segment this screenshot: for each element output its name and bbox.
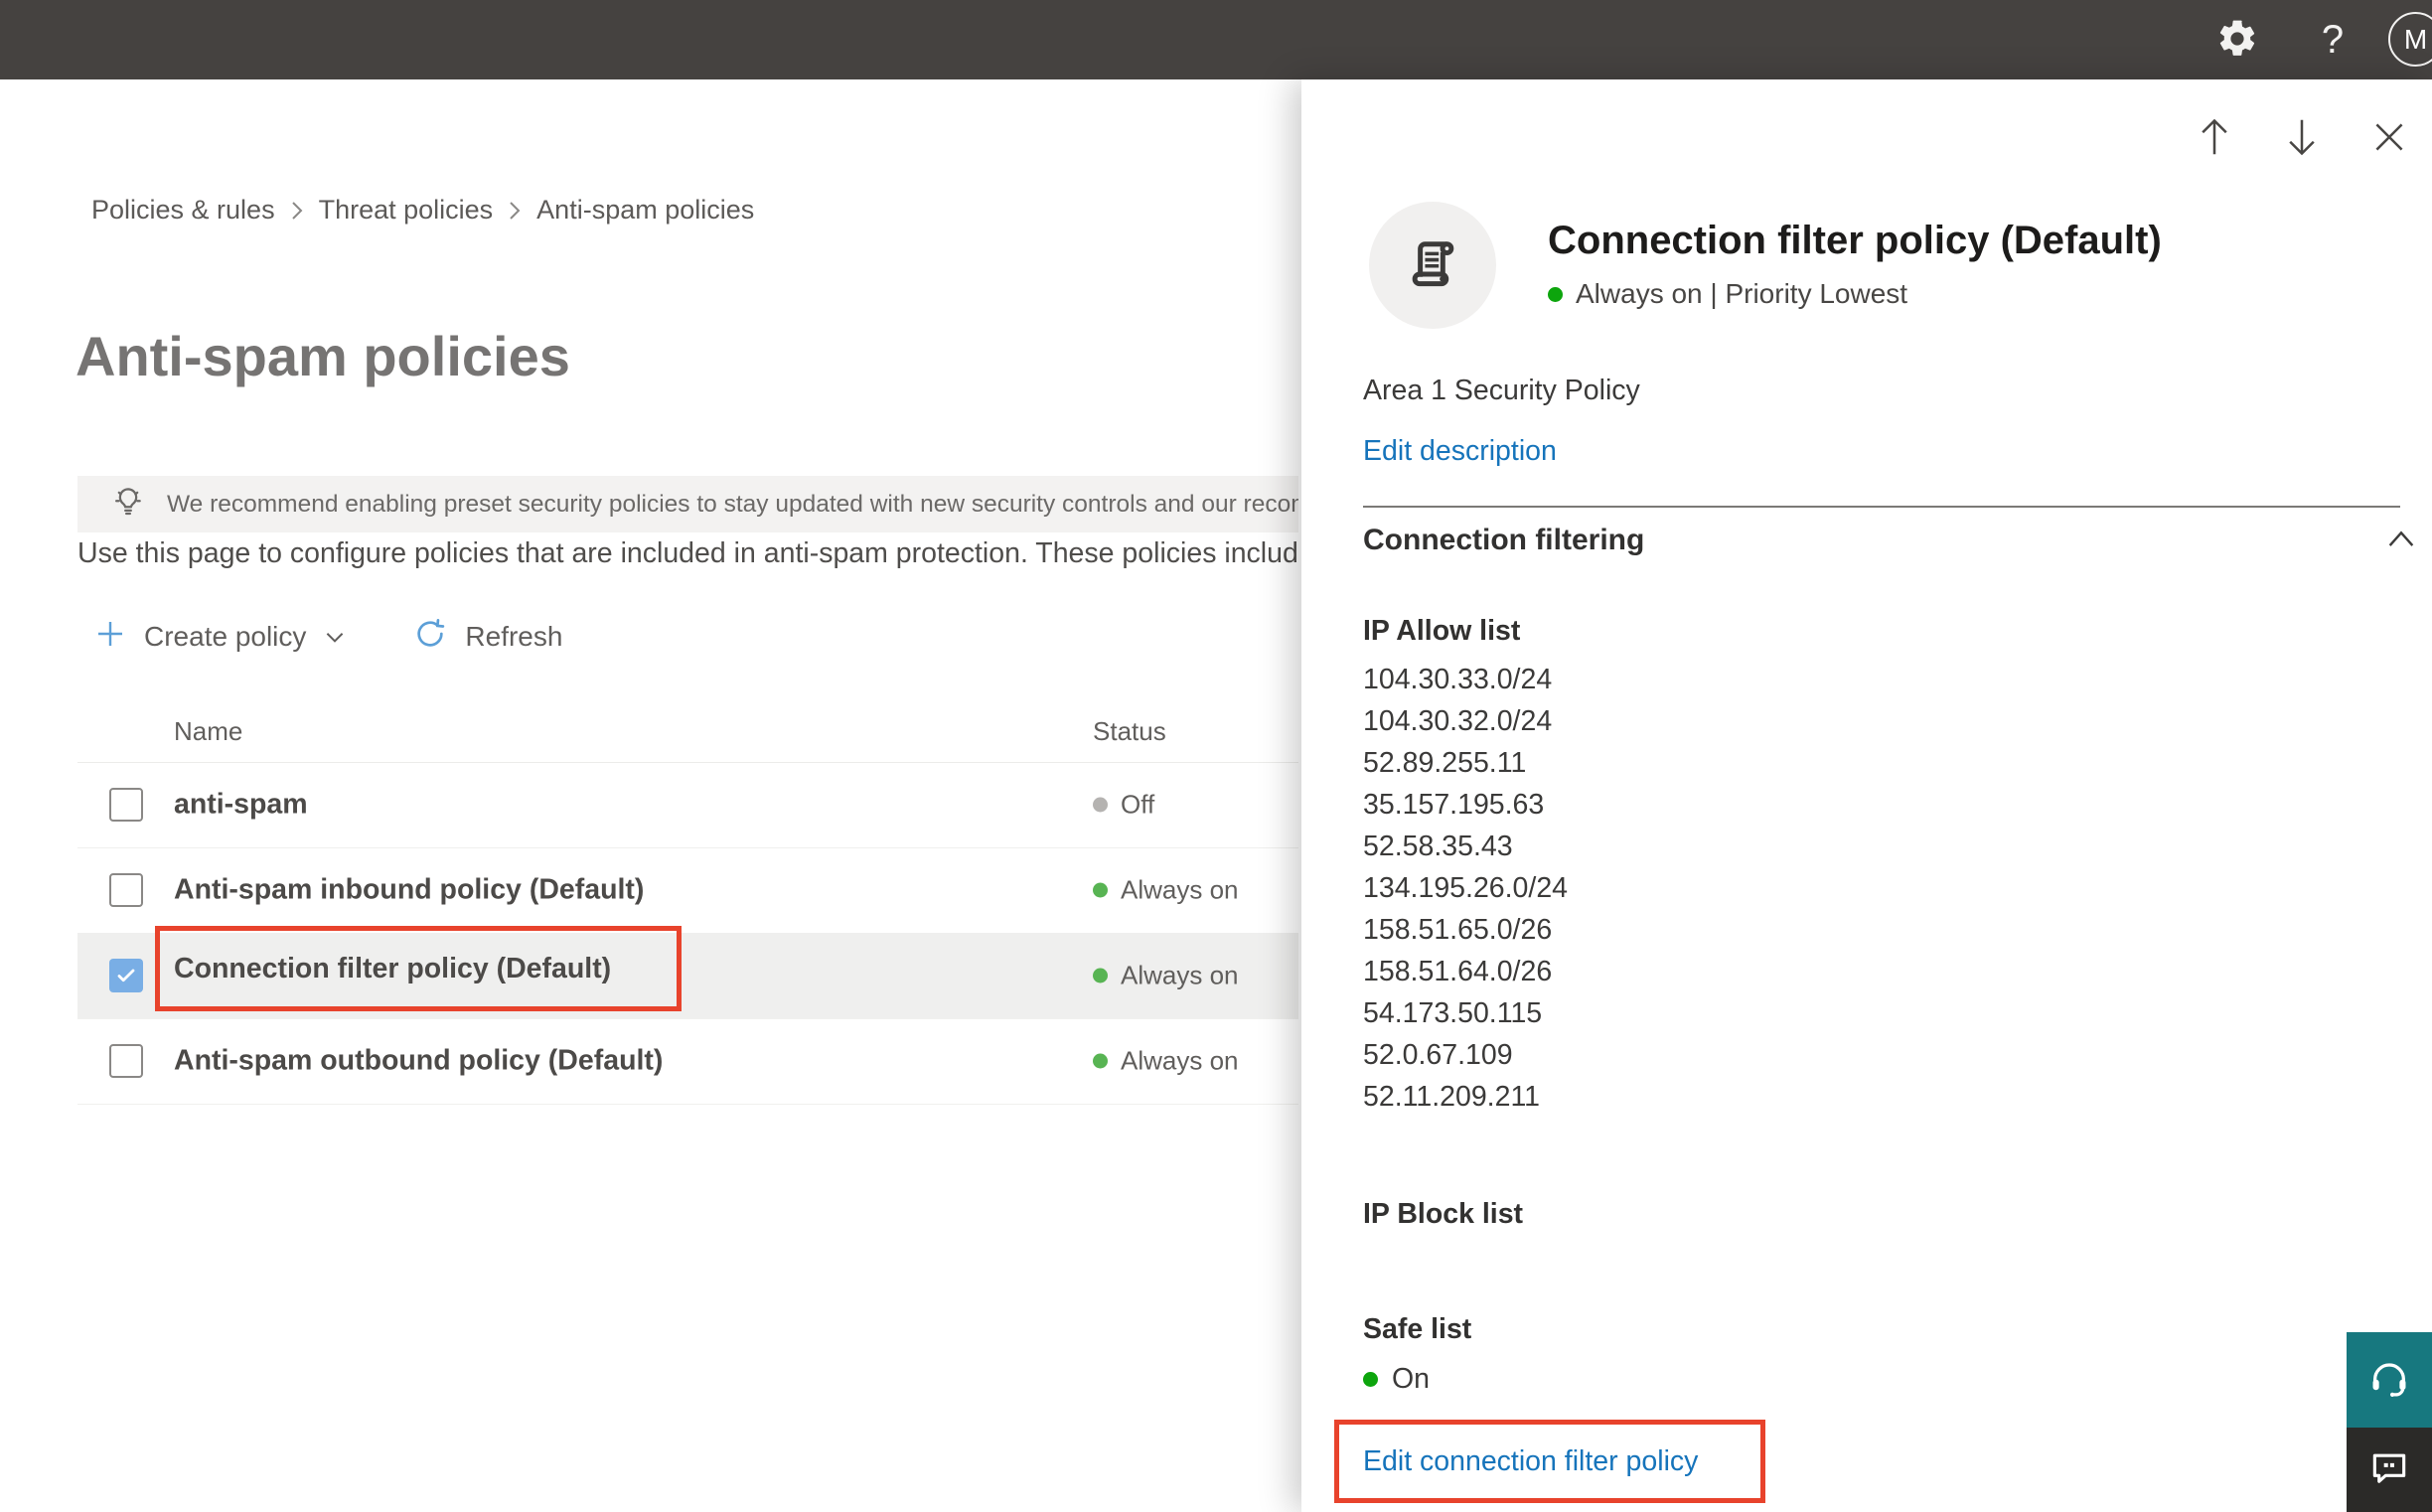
safe-list-label: Safe list bbox=[1363, 1313, 1472, 1345]
table-row[interactable]: anti-spam Off bbox=[77, 762, 1298, 848]
avatar[interactable]: M bbox=[2388, 12, 2432, 67]
chevron-down-icon bbox=[322, 624, 348, 650]
ip-block-list-label: IP Block list bbox=[1363, 1198, 1524, 1230]
breadcrumb-threat-policies[interactable]: Threat policies bbox=[319, 195, 494, 226]
settings-button[interactable] bbox=[2211, 0, 2263, 79]
edit-connection-filter-policy-link[interactable]: Edit connection filter policy bbox=[1363, 1445, 1698, 1478]
ip-entry: 35.157.195.63 bbox=[1363, 789, 1545, 821]
ip-allow-list-label: IP Allow list bbox=[1363, 615, 1521, 647]
feedback-icon bbox=[2367, 1446, 2411, 1493]
lightbulb-icon bbox=[109, 483, 147, 526]
banner-text: We recommend enabling preset security po… bbox=[167, 490, 1298, 518]
divider bbox=[1363, 506, 2400, 508]
toolbar: Create policy Refresh bbox=[94, 608, 562, 666]
status-cell: Always on bbox=[1093, 961, 1239, 991]
policy-description: Area 1 Security Policy bbox=[1363, 375, 1640, 406]
ip-entry: 104.30.33.0/24 bbox=[1363, 664, 1553, 695]
status-dot-on bbox=[1093, 968, 1108, 983]
breadcrumb-anti-spam-policies: Anti-spam policies bbox=[536, 195, 755, 225]
ip-entry: 54.173.50.115 bbox=[1363, 997, 1543, 1029]
section-connection-filtering[interactable]: Connection filtering bbox=[1363, 524, 2418, 557]
breadcrumb-policies-rules[interactable]: Policies & rules bbox=[91, 195, 275, 226]
edit-description-link[interactable]: Edit description bbox=[1363, 435, 1557, 468]
status-cell: Off bbox=[1093, 790, 1154, 821]
table-row-selected[interactable]: Connection filter policy (Default) Alway… bbox=[77, 926, 1298, 1019]
status-dot-off bbox=[1093, 797, 1108, 813]
breadcrumb: Policies & rules Threat policies Anti-sp… bbox=[91, 195, 754, 226]
ip-entry: 134.195.26.0/24 bbox=[1363, 872, 1569, 904]
topbar: ? M bbox=[0, 0, 2432, 79]
policy-badge bbox=[1369, 202, 1496, 329]
previous-item-button[interactable] bbox=[2192, 111, 2237, 166]
ip-entry: 158.51.65.0/26 bbox=[1363, 914, 1553, 946]
annotation-red-box: Connection filter policy (Default) bbox=[155, 926, 683, 1011]
next-item-button[interactable] bbox=[2279, 111, 2325, 166]
policy-name: anti-spam bbox=[174, 788, 308, 821]
table-row[interactable]: Anti-spam inbound policy (Default) Alway… bbox=[77, 847, 1298, 934]
status-dot-on bbox=[1548, 286, 1563, 302]
policy-name: Connection filter policy (Default) bbox=[174, 952, 612, 984]
recommendation-banner: We recommend enabling preset security po… bbox=[77, 476, 1298, 532]
refresh-button[interactable]: Refresh bbox=[413, 617, 562, 658]
row-checkbox[interactable] bbox=[109, 788, 143, 822]
ip-entry: 52.58.35.43 bbox=[1363, 831, 1513, 862]
chevron-right-icon bbox=[507, 199, 523, 223]
status-dot-on bbox=[1363, 1372, 1378, 1387]
column-header-name[interactable]: Name bbox=[174, 716, 242, 747]
close-panel-button[interactable] bbox=[2366, 111, 2412, 166]
ip-entry: 52.89.255.11 bbox=[1363, 747, 1527, 779]
status-cell: Always on bbox=[1093, 1046, 1239, 1077]
page-description: Use this page to configure policies that… bbox=[77, 537, 1298, 569]
safe-list-status: On bbox=[1363, 1363, 1430, 1396]
row-checkbox[interactable] bbox=[109, 1044, 143, 1078]
panel-title: Connection filter policy (Default) bbox=[1548, 219, 2162, 262]
plus-icon bbox=[94, 618, 126, 657]
ip-allow-list: 104.30.33.0/24 104.30.32.0/24 52.89.255.… bbox=[1363, 659, 1568, 1118]
scroll-icon bbox=[1400, 230, 1465, 301]
help-icon: ? bbox=[2321, 17, 2345, 62]
panel-nav bbox=[2192, 111, 2412, 166]
table-header: Name Status bbox=[77, 700, 1298, 763]
status-dot-on bbox=[1093, 1053, 1108, 1069]
refresh-icon bbox=[413, 617, 447, 658]
support-button[interactable] bbox=[2347, 1332, 2432, 1428]
help-button[interactable]: ? bbox=[2307, 0, 2358, 79]
page-title: Anti-spam policies bbox=[76, 325, 570, 387]
policy-detail-panel: Connection filter policy (Default) Alway… bbox=[1301, 79, 2432, 1512]
status-cell: Always on bbox=[1093, 875, 1239, 906]
gear-icon bbox=[2215, 17, 2259, 64]
avatar-initial: M bbox=[2403, 23, 2428, 55]
table-row[interactable]: Anti-spam outbound policy (Default) Alwa… bbox=[77, 1018, 1298, 1105]
panel-status: Always on | Priority Lowest bbox=[1548, 278, 1907, 310]
annotation-red-box: Edit connection filter policy bbox=[1334, 1420, 1765, 1503]
arrow-down-icon bbox=[2283, 115, 2321, 162]
row-checkbox-checked[interactable] bbox=[109, 959, 143, 992]
arrow-up-icon bbox=[2196, 115, 2233, 162]
policy-name: Anti-spam outbound policy (Default) bbox=[174, 1044, 664, 1077]
status-dot-on bbox=[1093, 882, 1108, 898]
chevron-up-icon bbox=[2384, 526, 2418, 556]
row-checkbox[interactable] bbox=[109, 873, 143, 907]
chevron-right-icon bbox=[289, 199, 305, 223]
close-icon bbox=[2370, 115, 2408, 162]
ip-entry: 52.11.209.211 bbox=[1363, 1081, 1541, 1113]
ip-entry: 104.30.32.0/24 bbox=[1363, 705, 1553, 737]
column-header-status[interactable]: Status bbox=[1093, 716, 1166, 747]
ip-entry: 158.51.64.0/26 bbox=[1363, 956, 1553, 987]
headset-icon bbox=[2366, 1356, 2412, 1405]
feedback-button[interactable] bbox=[2347, 1428, 2432, 1512]
ip-entry: 52.0.67.109 bbox=[1363, 1039, 1513, 1071]
create-policy-button[interactable]: Create policy bbox=[94, 618, 348, 657]
policy-name: Anti-spam inbound policy (Default) bbox=[174, 873, 645, 906]
app-root: ? M Policies & rules Threat policies Ant… bbox=[0, 0, 2432, 1512]
